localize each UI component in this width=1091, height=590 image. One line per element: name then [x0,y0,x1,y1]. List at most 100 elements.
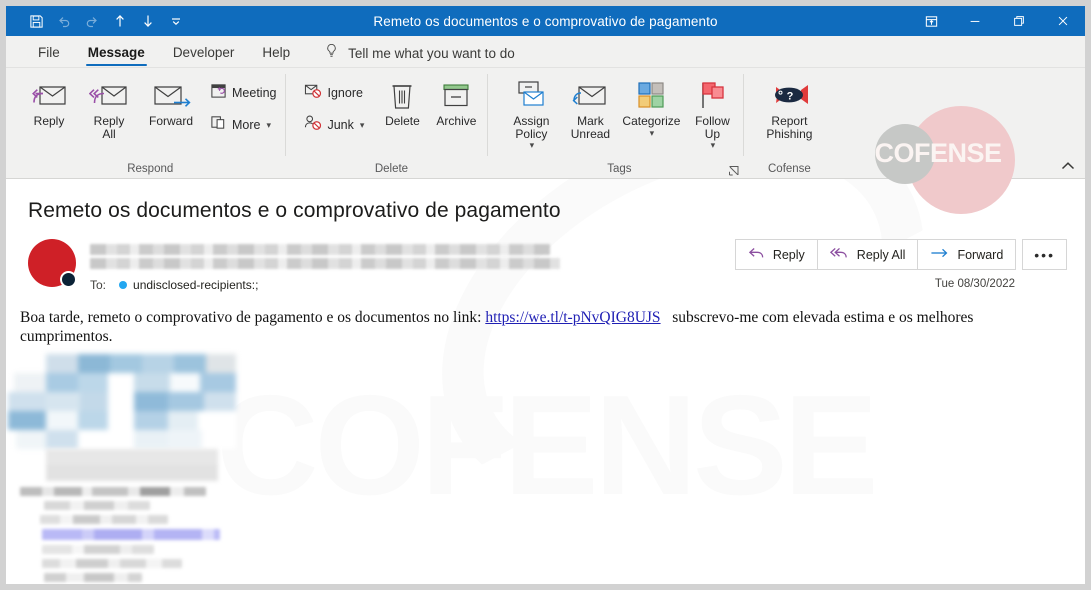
svg-text:?: ? [787,91,794,103]
avatar[interactable] [28,239,76,287]
quick-access-toolbar [6,8,190,34]
chevron-down-icon: ▾ [711,140,716,151]
cofense-logo-gray-circle [875,124,935,184]
signature-logo-blurred [46,354,236,449]
categorize-button-label: Categorize [622,115,680,128]
message-body-text-before-link: Boa tarde, remeto o comprovativo de paga… [20,309,481,326]
reply-button[interactable]: Reply [20,73,78,128]
forward-envelope-icon [150,77,192,111]
title-bar: Remeto os documentos e o comprovativo de… [6,6,1085,36]
signature-text-line-5 [42,545,154,554]
archive-button-label: Archive [436,115,476,128]
archive-button[interactable]: Archive [430,73,482,128]
tab-help[interactable]: Help [248,39,304,67]
delete-small-buttons: Ignore Junk ▾ [300,73,368,137]
sender-redacted-line-1 [90,244,550,255]
signature-bar-2 [46,465,218,481]
meeting-button[interactable]: Meeting [206,81,280,105]
chevron-down-icon: ▾ [360,120,365,131]
ribbon-group-label-delete: Delete [300,160,482,178]
wetransfer-link[interactable]: https://we.tl/t-pNvQIG8UJS [485,309,660,326]
ribbon-group-respond: Reply Reply All [6,68,286,178]
tell-me-box[interactable]: Tell me what you want to do [324,39,515,67]
junk-button-label: Junk [327,118,353,132]
reply-all-action-label: Reply All [857,248,906,262]
signature-bars-blurred [46,449,218,481]
signature-text-line-7 [44,573,142,582]
forward-action-button[interactable]: Forward [917,239,1016,270]
signature-text-line-6 [42,559,182,568]
assign-policy-icon [514,77,548,111]
ribbon-group-cofense: ? Report Phishing Cofense [744,68,828,178]
delete-button[interactable]: Delete [376,73,428,128]
message-pane: COFENSE Remeto os documentos e o comprov… [6,179,1085,590]
reply-action-button[interactable]: Reply [735,239,818,270]
sender-redacted-line-2 [90,258,560,269]
save-icon[interactable] [22,8,50,34]
ribbon-group-label-cofense: Cofense [756,160,822,178]
respond-small-buttons: Meeting More ▾ [206,73,280,137]
more-actions-button[interactable]: ••• [1022,239,1067,270]
signature-text-line-2 [44,501,150,510]
assign-policy-button[interactable]: Assign Policy ▾ [500,73,562,152]
mark-unread-button[interactable]: Mark Unread [564,73,616,141]
reply-arrow-icon [748,246,765,263]
signature-text-redacted [20,487,260,582]
trash-can-icon [389,77,415,111]
ribbon-group-label-respond: Respond [20,160,280,178]
junk-icon [304,114,322,136]
more-button-label: More [232,118,260,132]
message-header-fields: To: undisclosed-recipients:; [76,237,736,292]
junk-button[interactable]: Junk ▾ [300,113,368,137]
signature-text-line-3 [40,515,168,524]
reply-all-envelope-icon [89,77,129,111]
meeting-button-label: Meeting [232,86,276,100]
meeting-calendar-icon [210,82,227,104]
mark-unread-button-label: Mark Unread [571,115,610,141]
collapse-ribbon-icon[interactable] [1061,160,1075,174]
forward-button[interactable]: Forward [140,73,202,128]
cofense-logo-text: COFENSE [863,138,1013,169]
redo-icon [78,8,106,34]
signature-bar-1 [46,449,218,465]
ignore-button[interactable]: Ignore [300,81,368,105]
window-controls [909,6,1085,36]
delete-button-label: Delete [385,115,420,128]
more-button[interactable]: More ▾ [206,113,280,137]
reply-all-arrow-icon [830,246,849,263]
restore-ribbon-icon[interactable] [909,6,953,36]
follow-up-button-label: Follow Up [695,115,730,141]
tab-message[interactable]: Message [74,39,159,67]
next-item-icon[interactable] [134,8,162,34]
categorize-button[interactable]: Categorize ▾ [618,73,684,139]
ribbon-group-delete: Ignore Junk ▾ [286,68,488,178]
signature-image-redacted [20,354,260,582]
signature-text-line-4-link [42,529,220,540]
reply-envelope-icon [29,77,69,111]
close-icon[interactable] [1041,6,1085,36]
previous-item-icon[interactable] [106,8,134,34]
archive-box-icon [441,77,471,111]
minimize-icon[interactable] [953,6,997,36]
ribbon-group-label-tags: Tags [500,160,738,178]
chevron-down-icon: ▾ [650,128,655,139]
tell-me-label: Tell me what you want to do [348,46,515,61]
follow-up-button[interactable]: Follow Up ▾ [686,73,738,152]
reply-button-label: Reply [34,115,65,128]
maximize-icon[interactable] [997,6,1041,36]
reply-all-button[interactable]: Reply All [80,73,138,141]
chevron-down-icon: ▾ [530,140,535,151]
reply-all-action-button[interactable]: Reply All [817,239,919,270]
tab-developer[interactable]: Developer [159,39,249,67]
report-phishing-button[interactable]: ? Report Phishing [756,73,822,141]
ribbon-tabs: File Message Developer Help Tell me what… [6,36,1085,68]
message-action-buttons: Reply Reply All Forward [736,239,1067,270]
customize-quick-access-toolbar-icon[interactable] [162,8,190,34]
assign-policy-button-label: Assign Policy [513,115,549,141]
tags-dialog-launcher-icon[interactable] [728,164,740,176]
tab-file[interactable]: File [24,39,74,67]
recipient-row: To: undisclosed-recipients:; [90,278,736,292]
forward-action-label: Forward [957,248,1003,262]
signature-text-line-1 [20,487,206,496]
reply-action-label: Reply [773,248,805,262]
